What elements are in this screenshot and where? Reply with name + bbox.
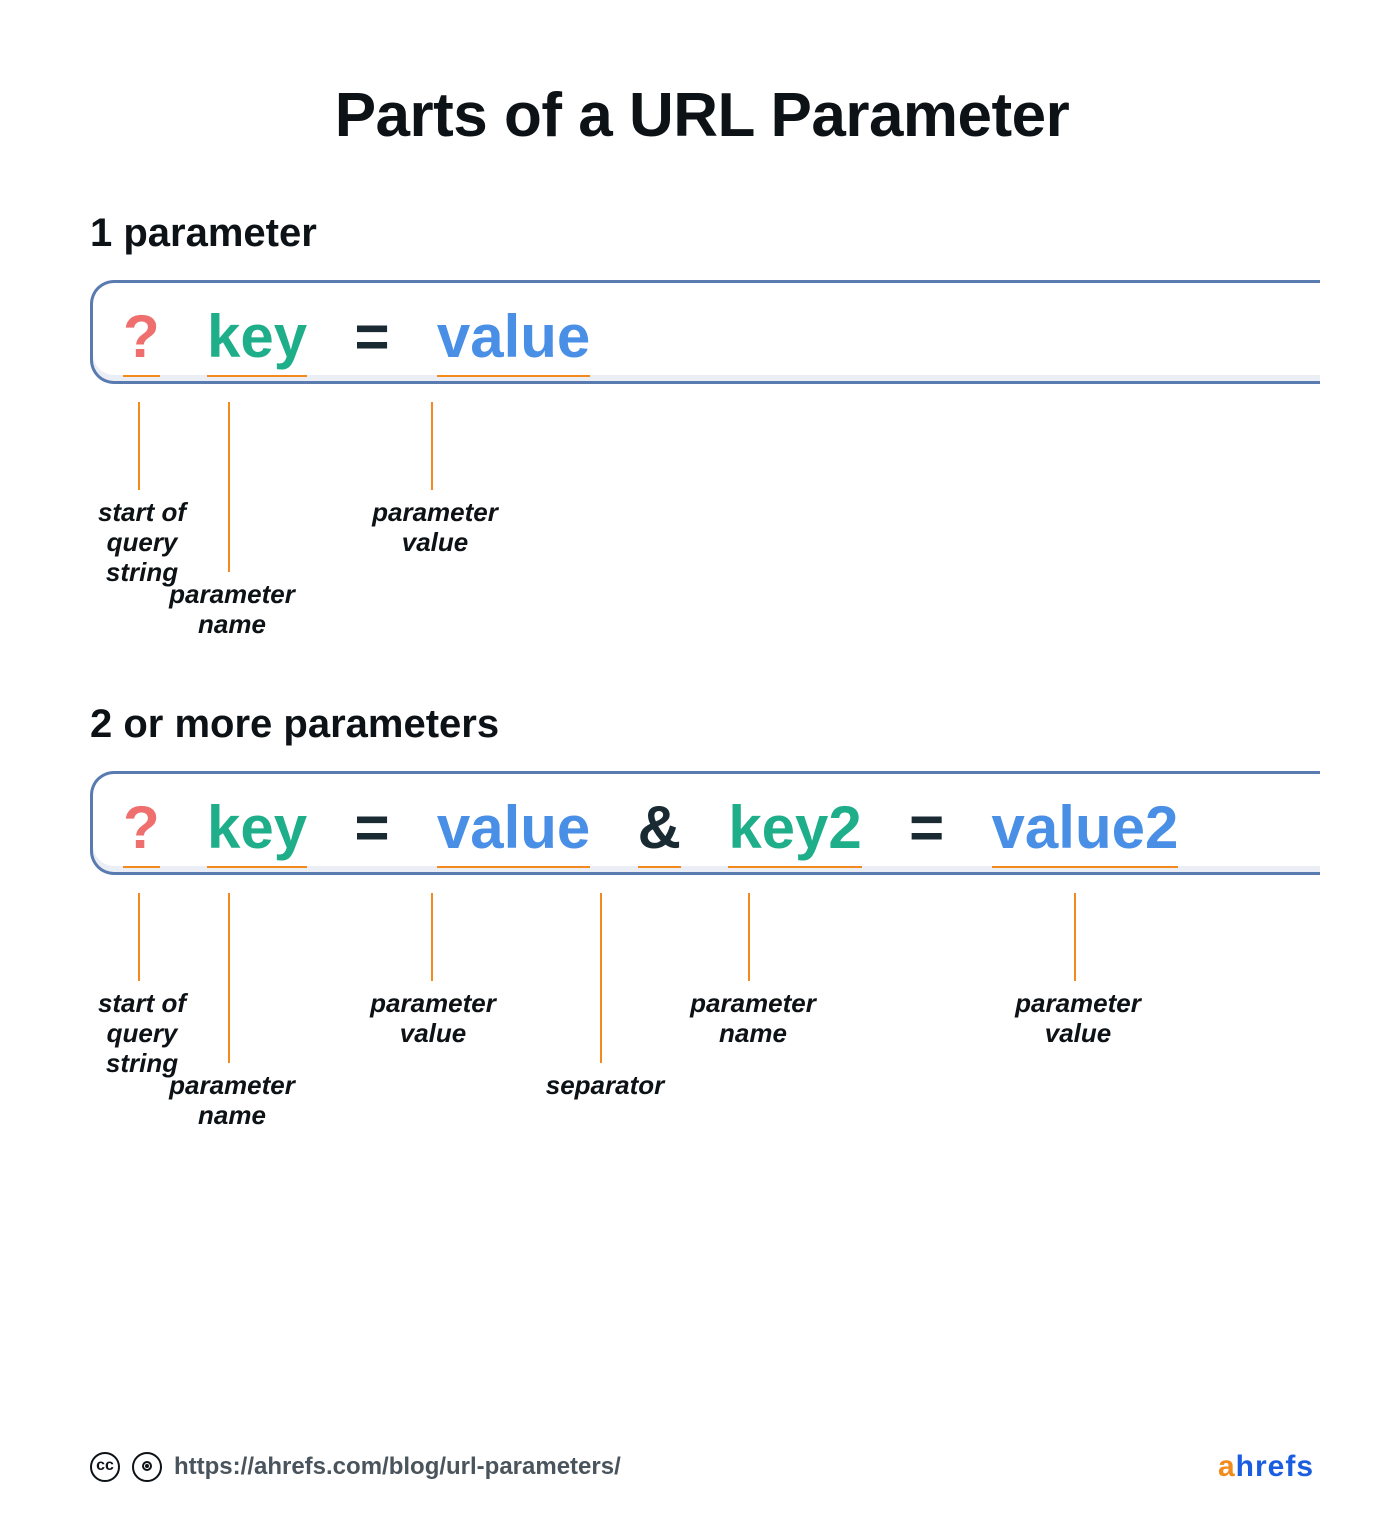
url-box-2: ? key = value & key2 = value2 [90,771,1320,875]
label-parameter-name-2b: parameter name [668,989,838,1049]
token-equals: = [354,307,389,367]
brand-logo: ahrefs [1218,1450,1314,1484]
label-parameter-value: parameter value [350,498,520,558]
url-box-1: ? key = value [90,280,1320,384]
page-title: Parts of a URL Parameter [90,80,1314,151]
label-start-of-query-2: start of query string [82,989,202,1079]
token-value1: value [437,798,590,858]
callouts-1: start of query string parameter name par… [90,402,1314,662]
attribution-icon [132,1452,162,1482]
label-parameter-value-2a: parameter value [348,989,518,1049]
token-key: key [207,307,307,367]
token-equals-2b: = [909,798,944,858]
token-key2: key2 [728,798,861,858]
label-parameter-name-2a: parameter name [152,1071,312,1131]
footer: cc https://ahrefs.com/blog/url-parameter… [90,1450,1314,1484]
callouts-2: start of query string parameter name par… [90,893,1314,1173]
token-equals-2a: = [354,798,389,858]
token-ampersand: & [638,798,681,858]
token-question-mark-2: ? [123,798,160,858]
token-key1: key [207,798,307,858]
token-value2: value2 [992,798,1179,858]
section-2-heading: 2 or more parameters [90,702,1314,747]
label-parameter-value-2b: parameter value [988,989,1168,1049]
cc-icon: cc [90,1452,120,1482]
label-separator: separator [530,1071,680,1101]
token-question-mark: ? [123,307,160,367]
label-start-of-query: start of query string [82,498,202,588]
section-1-heading: 1 parameter [90,211,1314,256]
token-value: value [437,307,590,367]
source-url: https://ahrefs.com/blog/url-parameters/ [174,1453,621,1481]
label-parameter-name: parameter name [152,580,312,640]
